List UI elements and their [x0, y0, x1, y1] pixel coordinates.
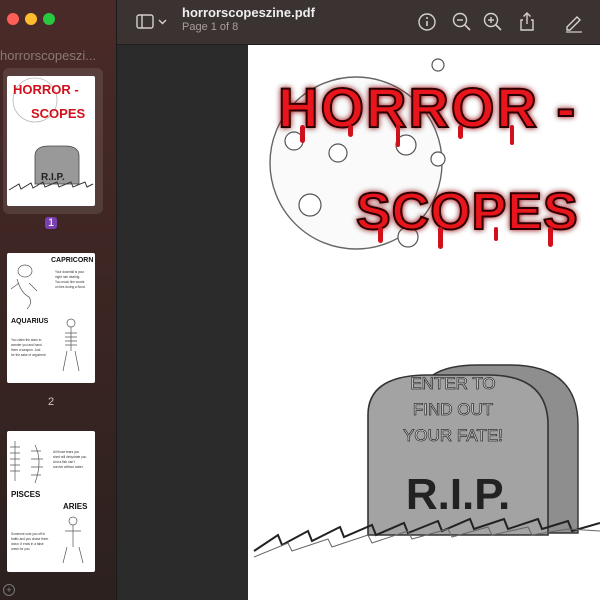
- page-number-1: 1: [0, 217, 102, 229]
- svg-text:night rain dealing.: night rain dealing.: [55, 275, 80, 279]
- svg-text:Someone cuts you off in: Someone cuts you off in: [11, 532, 45, 536]
- svg-text:shed will dehydrate you.: shed will dehydrate you.: [53, 455, 87, 459]
- thumb2-sign1: CAPRICORN: [51, 257, 93, 264]
- page-thumbnail-2[interactable]: CAPRICORN Your downfall is your night ra…: [7, 253, 95, 383]
- page-number-2: 2: [47, 396, 55, 408]
- toolbar: horrorscopeszine.pdf Page 1 of 8: [117, 0, 600, 45]
- svg-text:And a fish can't: And a fish can't: [53, 460, 75, 464]
- title-line-2: SCOPES: [356, 183, 579, 241]
- markup-icon[interactable]: [562, 10, 586, 34]
- tombstone-line-3: YOUR FATE!: [403, 426, 503, 445]
- pdf-page[interactable]: HORROR - SCOPES ENTER TO FIND OUT YOUR F…: [248, 45, 600, 600]
- zoom-in-icon[interactable]: [481, 10, 505, 34]
- svg-text:survive without water.: survive without water.: [53, 465, 84, 469]
- thumbnail-sidebar: horrorscopeszi... HORROR - SCOPES R.I.P.…: [0, 0, 117, 600]
- share-icon[interactable]: [515, 10, 539, 34]
- thumb3-sign1: PISCES: [11, 490, 41, 499]
- title-line-1: HORROR -: [278, 76, 577, 139]
- page-thumbnail-3[interactable]: All those tears you shed will dehydrate …: [7, 431, 95, 572]
- tombstone-rip: R.I.P.: [406, 470, 510, 519]
- svg-text:You mock him words: You mock him words: [55, 280, 85, 284]
- svg-text:All those tears you: All those tears you: [53, 450, 79, 454]
- thumb1-title-2: SCOPES: [31, 106, 86, 121]
- add-page-icon[interactable]: +: [3, 584, 15, 596]
- thumb3-sign2: ARIES: [63, 502, 88, 511]
- svg-text:on ties during a flood.: on ties during a flood.: [55, 285, 86, 289]
- sidebar-title: horrorscopeszi...: [0, 48, 97, 63]
- thumb1-title-1: HORROR -: [13, 82, 79, 97]
- info-icon[interactable]: [415, 10, 439, 34]
- svg-text:You claim the stars to: You claim the stars to: [11, 338, 42, 342]
- zoom-out-icon[interactable]: [450, 10, 474, 34]
- svg-text:Your downfall is your: Your downfall is your: [55, 270, 85, 274]
- minimize-window-button[interactable]: [25, 13, 37, 25]
- tombstone-line-2: FIND OUT: [413, 400, 493, 419]
- svg-text:traffic and you chase them: traffic and you chase them: [11, 537, 49, 541]
- close-window-button[interactable]: [7, 13, 19, 25]
- tombstone-line-1: ENTER TO: [410, 374, 495, 393]
- svg-text:crash for you.: crash for you.: [11, 547, 30, 551]
- tombstone-illustration: ENTER TO FIND OUT YOUR FATE! R.I.P.: [367, 364, 579, 536]
- zoom-window-button[interactable]: [43, 13, 55, 25]
- svg-text:for the sake of argument.: for the sake of argument.: [11, 353, 47, 357]
- document-title: horrorscopeszine.pdf: [182, 5, 315, 20]
- page-indicator: Page 1 of 8: [182, 21, 239, 33]
- svg-text:down. It ends in a false: down. It ends in a false: [11, 542, 44, 546]
- page-thumbnail-1[interactable]: HORROR - SCOPES R.I.P.: [7, 76, 95, 206]
- svg-text:them a weapon. Just: them a weapon. Just: [11, 348, 41, 352]
- svg-text:wander you and hand: wander you and hand: [11, 343, 42, 347]
- thumb1-rip: R.I.P.: [41, 172, 65, 183]
- thumb2-sign2: AQUARIUS: [11, 318, 49, 325]
- sidebar-toggle-icon[interactable]: [135, 10, 171, 34]
